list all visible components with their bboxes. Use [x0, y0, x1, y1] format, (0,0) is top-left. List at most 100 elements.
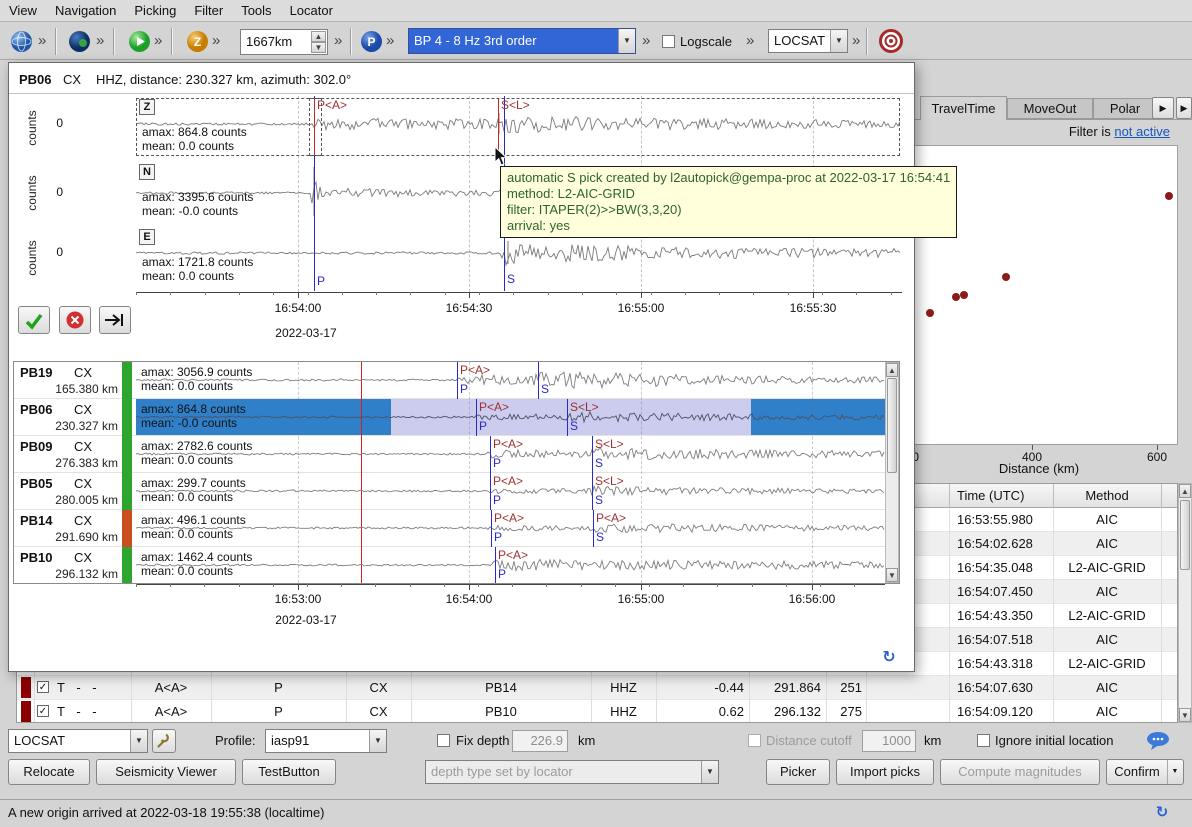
tab-scroll-right-button[interactable]: ▶ — [1176, 97, 1192, 119]
toolbar-overflow-chevron[interactable]: » — [642, 32, 650, 49]
z-component-icon[interactable]: Z — [186, 30, 209, 56]
picker-button[interactable]: Picker — [766, 759, 830, 785]
event-icon[interactable] — [128, 30, 151, 56]
distance-spinbox[interactable]: 1667km ▲ ▼ — [240, 29, 328, 55]
minor-tick — [239, 584, 240, 587]
test-button[interactable]: TestButton — [242, 759, 336, 785]
tab-traveltime[interactable]: TravelTime — [920, 96, 1007, 120]
column-header-method[interactable]: Method — [1053, 484, 1161, 508]
menu-tools[interactable]: Tools — [232, 0, 280, 22]
toolbar-overflow-chevron[interactable]: » — [386, 32, 394, 49]
menu-navigation[interactable]: Navigation — [46, 0, 125, 22]
toolbar-overflow-chevron[interactable]: » — [746, 32, 754, 49]
pick-marker-line[interactable] — [538, 362, 539, 399]
station-network: CX — [74, 550, 92, 565]
refresh-icon[interactable]: ↻ — [1152, 803, 1172, 823]
scroll-up-button[interactable]: ▲ — [1179, 484, 1191, 498]
arrival-used-checkbox[interactable]: ✓ — [37, 681, 49, 693]
fix-depth-checkbox[interactable] — [437, 734, 450, 747]
logscale-checkbox[interactable] — [662, 35, 675, 48]
pick-marker-line[interactable] — [592, 436, 593, 473]
confirm-menu-arrow[interactable]: ▼ — [1167, 760, 1182, 784]
minor-tick — [341, 584, 342, 587]
menu-picking[interactable]: Picking — [125, 0, 185, 22]
scroll-down-button[interactable]: ▼ — [886, 568, 898, 582]
reset-view-icon[interactable]: ↻ — [878, 647, 900, 669]
pick-drag-rect[interactable] — [309, 98, 322, 156]
menu-locator[interactable]: Locator — [281, 0, 342, 22]
arrival-used-checkbox[interactable]: ✓ — [37, 705, 49, 717]
pick-marker-line[interactable] — [593, 510, 594, 547]
import-picks-button[interactable]: Import picks — [836, 759, 934, 785]
arrival-row[interactable]: ✓T - -A<A>PCXPB10HHZ0.62296.13227516:54:… — [17, 700, 1177, 723]
confirm-button[interactable]: Confirm ▼ — [1106, 759, 1184, 785]
accept-picks-button[interactable] — [18, 306, 50, 334]
reject-button[interactable] — [59, 306, 91, 334]
menu-view[interactable]: View — [0, 0, 46, 22]
scrollbar-thumb[interactable] — [1180, 500, 1190, 570]
pick-marker-line[interactable] — [495, 547, 496, 584]
filter-status: Filter is not active — [950, 124, 1170, 139]
filter-combobox[interactable]: BP 4 - 8 Hz 3rd order ▼ — [408, 28, 636, 54]
station-list-scrollbar[interactable]: ▲ ▼ — [885, 362, 899, 583]
pick-marker-label: S — [595, 493, 603, 507]
toolbar-overflow-chevron[interactable]: » — [38, 32, 46, 49]
tab-scroll-right-button[interactable]: ▶ — [1152, 97, 1174, 119]
filter-link[interactable]: not active — [1114, 124, 1170, 139]
scroll-up-button[interactable]: ▲ — [886, 363, 898, 377]
svg-text:P: P — [367, 35, 375, 49]
station-code: PB19 — [20, 365, 53, 380]
menu-filter[interactable]: Filter — [185, 0, 232, 22]
toolbar-overflow-chevron[interactable]: » — [334, 32, 342, 49]
distance-cutoff-checkbox[interactable] — [748, 734, 761, 747]
cutoff-field[interactable]: 1000 — [862, 730, 916, 752]
toolbar-overflow-chevron[interactable]: » — [212, 32, 220, 49]
tab-moveout[interactable]: MoveOut — [1007, 98, 1093, 119]
spin-up-button[interactable]: ▲ — [311, 31, 326, 42]
depth-field[interactable]: 226.9 — [512, 730, 568, 752]
pick-marker-line[interactable] — [476, 399, 477, 436]
locator-combobox[interactable]: LOCSAT ▼ — [768, 29, 848, 53]
depth-type-combobox[interactable]: depth type set by locator ▼ — [425, 760, 719, 784]
scroll-down-button[interactable]: ▼ — [1179, 708, 1191, 722]
scrollbar-thumb[interactable] — [887, 378, 897, 473]
column-header-time[interactable]: Time (UTC) — [957, 484, 1024, 508]
arrival-row[interactable]: ✓T - -A<A>PCXPB14HHZ-0.44291.86425116:54… — [17, 676, 1177, 700]
minor-tick — [444, 584, 445, 587]
apply-next-button[interactable] — [99, 306, 131, 334]
locator-settings-button[interactable] — [152, 729, 176, 753]
pick-marker-line[interactable] — [490, 436, 491, 473]
picker-station-code: PB06 — [19, 72, 52, 87]
scatter-point — [926, 309, 934, 317]
p-phase-icon[interactable]: P — [360, 30, 383, 56]
locator-select[interactable]: LOCSAT ▼ — [8, 729, 148, 753]
seismicity-viewer-button[interactable]: Seismicity Viewer — [96, 759, 236, 785]
profile-select[interactable]: iasp91 ▼ — [265, 729, 387, 753]
spin-down-button[interactable]: ▼ — [311, 42, 326, 53]
amplitude-zero-label: 0 — [45, 185, 63, 199]
time-tick — [641, 292, 642, 298]
compute-magnitudes-button[interactable]: Compute magnitudes — [940, 759, 1100, 785]
network-icon[interactable] — [68, 30, 91, 56]
relocate-button[interactable]: Relocate — [8, 759, 90, 785]
comment-icon[interactable] — [1146, 731, 1170, 754]
toolbar-overflow-chevron[interactable]: » — [154, 32, 162, 49]
pick-marker-line[interactable] — [491, 510, 492, 547]
tab-polar[interactable]: Polar — [1093, 98, 1157, 119]
target-icon[interactable] — [878, 28, 904, 57]
toolbar-overflow-chevron[interactable]: » — [852, 32, 860, 49]
pick-marker-label: P — [498, 567, 506, 581]
header-separator — [1053, 484, 1054, 508]
globe-icon[interactable] — [10, 30, 33, 56]
ignore-initial-checkbox[interactable] — [977, 734, 990, 747]
selection-rect[interactable] — [136, 98, 900, 156]
pick-marker-line[interactable] — [490, 473, 491, 510]
pick-marker-line[interactable] — [592, 473, 593, 510]
station-trace-list[interactable]: ▲ ▼ P<A>PSPB19CX165.380 kmamax: 3056.9 c… — [13, 361, 900, 584]
toolbar-overflow-chevron[interactable]: » — [96, 32, 104, 49]
station-network: CX — [74, 476, 92, 491]
chevron-down-icon: ▼ — [369, 730, 386, 752]
pick-marker-line[interactable] — [567, 399, 568, 436]
arrivals-table-scrollbar[interactable]: ▲ ▼ — [1178, 483, 1192, 723]
pick-marker-line[interactable] — [457, 362, 458, 399]
